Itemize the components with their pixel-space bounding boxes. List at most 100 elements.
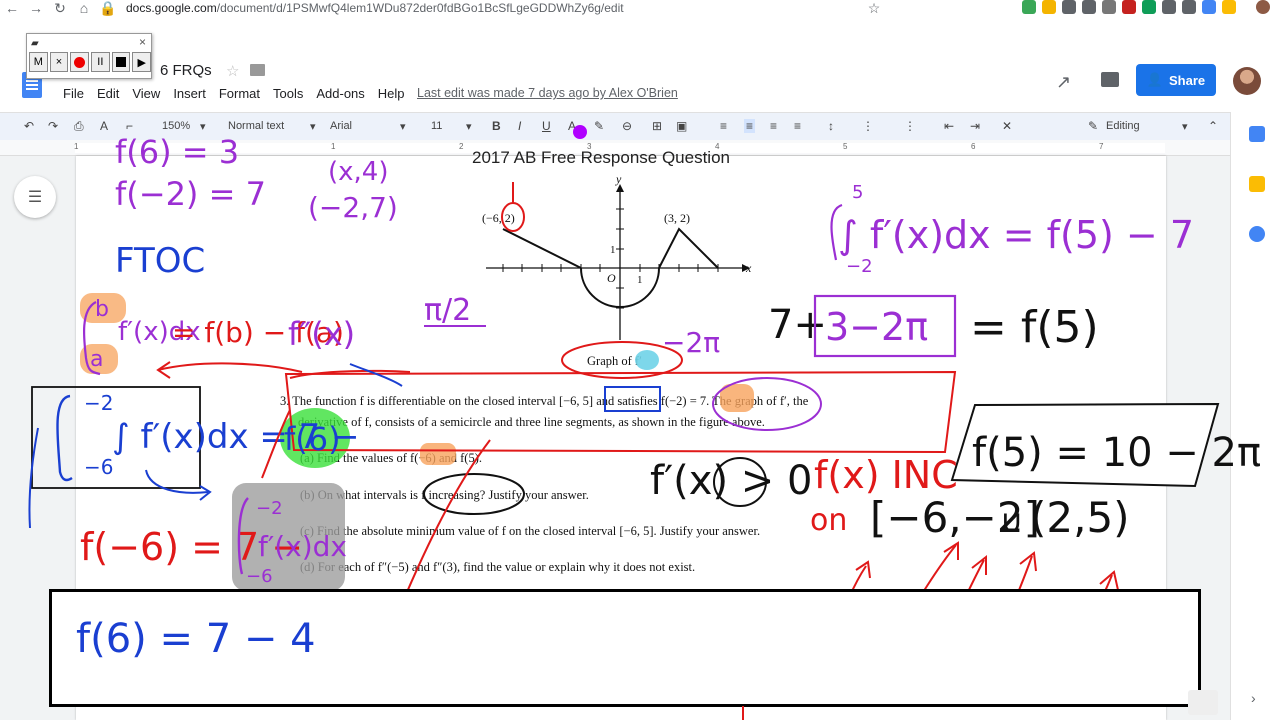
forward-icon[interactable]: → bbox=[24, 0, 48, 16]
part-a: (a) Find the values of f(−6) and f(5). bbox=[300, 451, 482, 465]
bookmark-star-icon[interactable]: ☆ bbox=[862, 0, 886, 16]
recorder-play-button[interactable]: ▶ bbox=[132, 52, 152, 72]
paint-format-icon[interactable]: ⌐ bbox=[126, 119, 133, 133]
italic-icon[interactable]: I bbox=[518, 119, 521, 133]
size-dropdown-icon[interactable]: ▾ bbox=[466, 120, 472, 133]
extension-icon[interactable] bbox=[1122, 0, 1136, 14]
recorder-cancel-button[interactable]: × bbox=[49, 52, 69, 72]
style-select[interactable]: Normal text bbox=[228, 120, 284, 132]
decrease-indent-icon[interactable]: ⇤ bbox=[944, 119, 954, 133]
recorder-record-button[interactable] bbox=[70, 52, 90, 72]
justify-icon[interactable]: ≡ bbox=[794, 119, 801, 133]
keep-icon[interactable] bbox=[1249, 176, 1265, 192]
recorder-menu-button[interactable]: M bbox=[29, 52, 48, 72]
home-icon[interactable]: ⌂ bbox=[72, 0, 96, 16]
recorder-controls: M × II ▶ bbox=[27, 52, 152, 72]
ruler-number: 7 bbox=[1099, 142, 1104, 151]
recorder-pause-button[interactable]: II bbox=[91, 52, 110, 72]
screen-recorder-widget[interactable]: ▰ × M × II ▶ bbox=[26, 33, 152, 79]
redo-icon[interactable]: ↷ bbox=[48, 119, 58, 133]
mode-dropdown-icon[interactable]: ▾ bbox=[1182, 120, 1188, 133]
ruler-number: 5 bbox=[843, 142, 848, 151]
text-color-icon[interactable]: A bbox=[568, 119, 576, 133]
stop-square-icon bbox=[116, 57, 127, 67]
bold-icon[interactable]: B bbox=[492, 119, 501, 133]
recorder-close-icon[interactable]: × bbox=[139, 35, 146, 49]
part-c: (c) Find the absolute minimum value of f… bbox=[300, 524, 761, 538]
font-dropdown-icon[interactable]: ▾ bbox=[400, 120, 406, 133]
editing-pencil-icon: ✎ bbox=[1088, 119, 1099, 133]
editing-mode-select[interactable]: Editing bbox=[1106, 120, 1140, 132]
extension-icon[interactable] bbox=[1162, 0, 1176, 14]
align-left-icon[interactable]: ≡ bbox=[720, 119, 727, 133]
problem-line-2: derivative of f, consists of a semicircl… bbox=[298, 415, 765, 429]
last-edit-link[interactable]: Last edit was made 7 days ago by Alex O'… bbox=[417, 86, 678, 100]
part-d: (d) For each of f″(−5) and f″(3), find t… bbox=[300, 560, 696, 574]
align-center-icon[interactable]: ≡ bbox=[744, 119, 756, 133]
record-dot-icon bbox=[74, 56, 86, 68]
print-icon[interactable]: ⎙ bbox=[74, 119, 84, 134]
collapse-menu-icon[interactable]: ⌃ bbox=[1208, 119, 1218, 133]
question-heading: 2017 AB Free Response Question bbox=[472, 148, 730, 167]
comment-icon[interactable] bbox=[1101, 72, 1119, 87]
url-path: /document/d/1PSMwfQ4lem1WDu872der0fdBGo1… bbox=[216, 1, 624, 15]
menu-tools[interactable]: Tools bbox=[273, 86, 303, 101]
insert-image-icon[interactable]: ▣ bbox=[676, 119, 687, 133]
style-dropdown-icon[interactable]: ▾ bbox=[310, 120, 316, 133]
numbered-list-icon[interactable]: ⋮ bbox=[862, 119, 874, 133]
undo-icon[interactable]: ↶ bbox=[24, 119, 34, 133]
zoom-select[interactable]: 150% bbox=[162, 120, 190, 132]
menu-format[interactable]: Format bbox=[219, 86, 260, 101]
menu-help[interactable]: Help bbox=[378, 86, 405, 101]
profile-avatar[interactable] bbox=[1256, 0, 1270, 14]
back-icon[interactable]: ← bbox=[0, 0, 24, 16]
font-size-select[interactable]: 11 bbox=[431, 120, 442, 132]
drive-icon[interactable] bbox=[1142, 0, 1156, 14]
menu-edit[interactable]: Edit bbox=[97, 86, 119, 101]
reload-icon[interactable]: ↻ bbox=[48, 0, 72, 16]
highlight-icon[interactable]: ✎ bbox=[594, 119, 604, 133]
menu-file[interactable]: File bbox=[63, 86, 84, 101]
clear-formatting-icon[interactable]: ✕ bbox=[1002, 119, 1012, 133]
recorder-stop-button[interactable] bbox=[111, 52, 131, 72]
increase-indent-icon[interactable]: ⇥ bbox=[970, 119, 980, 133]
recorder-titlebar[interactable]: ▰ × bbox=[27, 34, 151, 52]
tasks-icon[interactable] bbox=[1249, 226, 1265, 242]
scroll-navigation[interactable] bbox=[1188, 690, 1218, 715]
user-avatar[interactable] bbox=[1233, 67, 1261, 95]
extension-icon[interactable] bbox=[1022, 0, 1036, 14]
line-spacing-icon[interactable]: ↕ bbox=[828, 119, 834, 133]
docs-header: 6 FRQs ☆ File Edit View Insert Format To… bbox=[0, 16, 1280, 112]
extension-icon[interactable] bbox=[1202, 0, 1216, 14]
menu-view[interactable]: View bbox=[132, 86, 160, 101]
link-icon[interactable]: ⊖ bbox=[622, 119, 632, 133]
underline-icon[interactable]: U bbox=[542, 119, 551, 133]
document-title[interactable]: 6 FRQs bbox=[160, 62, 212, 79]
share-button[interactable]: 👤 Share bbox=[1136, 64, 1216, 96]
menu-addons[interactable]: Add-ons bbox=[316, 86, 364, 101]
menu-bar: File Edit View Insert Format Tools Add-o… bbox=[63, 86, 405, 101]
folder-icon[interactable] bbox=[250, 64, 265, 76]
spellcheck-icon[interactable]: A bbox=[100, 119, 108, 133]
insert-comment-icon[interactable]: ⊞ bbox=[652, 119, 662, 133]
document-outline-icon[interactable]: ☰ bbox=[14, 176, 56, 218]
calendar-icon[interactable] bbox=[1249, 126, 1265, 142]
extension-icons bbox=[1022, 0, 1270, 14]
extension-icon[interactable] bbox=[1082, 0, 1096, 14]
extension-icon[interactable] bbox=[1182, 0, 1196, 14]
browser-url-bar: ← → ↻ ⌂ 🔒 docs.google.com/document/d/1PS… bbox=[0, 0, 1280, 16]
extension-icon[interactable] bbox=[1102, 0, 1116, 14]
extension-icon[interactable] bbox=[1222, 0, 1236, 14]
bulleted-list-icon[interactable]: ⋮ bbox=[904, 119, 916, 133]
url-field[interactable]: docs.google.com/document/d/1PSMwfQ4lem1W… bbox=[126, 1, 624, 15]
align-right-icon[interactable]: ≡ bbox=[770, 119, 777, 133]
expand-panel-icon[interactable]: › bbox=[1251, 690, 1256, 706]
extension-icon[interactable] bbox=[1062, 0, 1076, 14]
side-panel-rail: › bbox=[1230, 112, 1280, 720]
zoom-dropdown-icon[interactable]: ▾ bbox=[200, 120, 206, 133]
activity-trend-icon[interactable]: ↗ bbox=[1056, 72, 1071, 93]
star-icon[interactable]: ☆ bbox=[226, 62, 239, 80]
extension-icon[interactable] bbox=[1042, 0, 1056, 14]
menu-insert[interactable]: Insert bbox=[173, 86, 206, 101]
font-select[interactable]: Arial bbox=[330, 120, 352, 132]
